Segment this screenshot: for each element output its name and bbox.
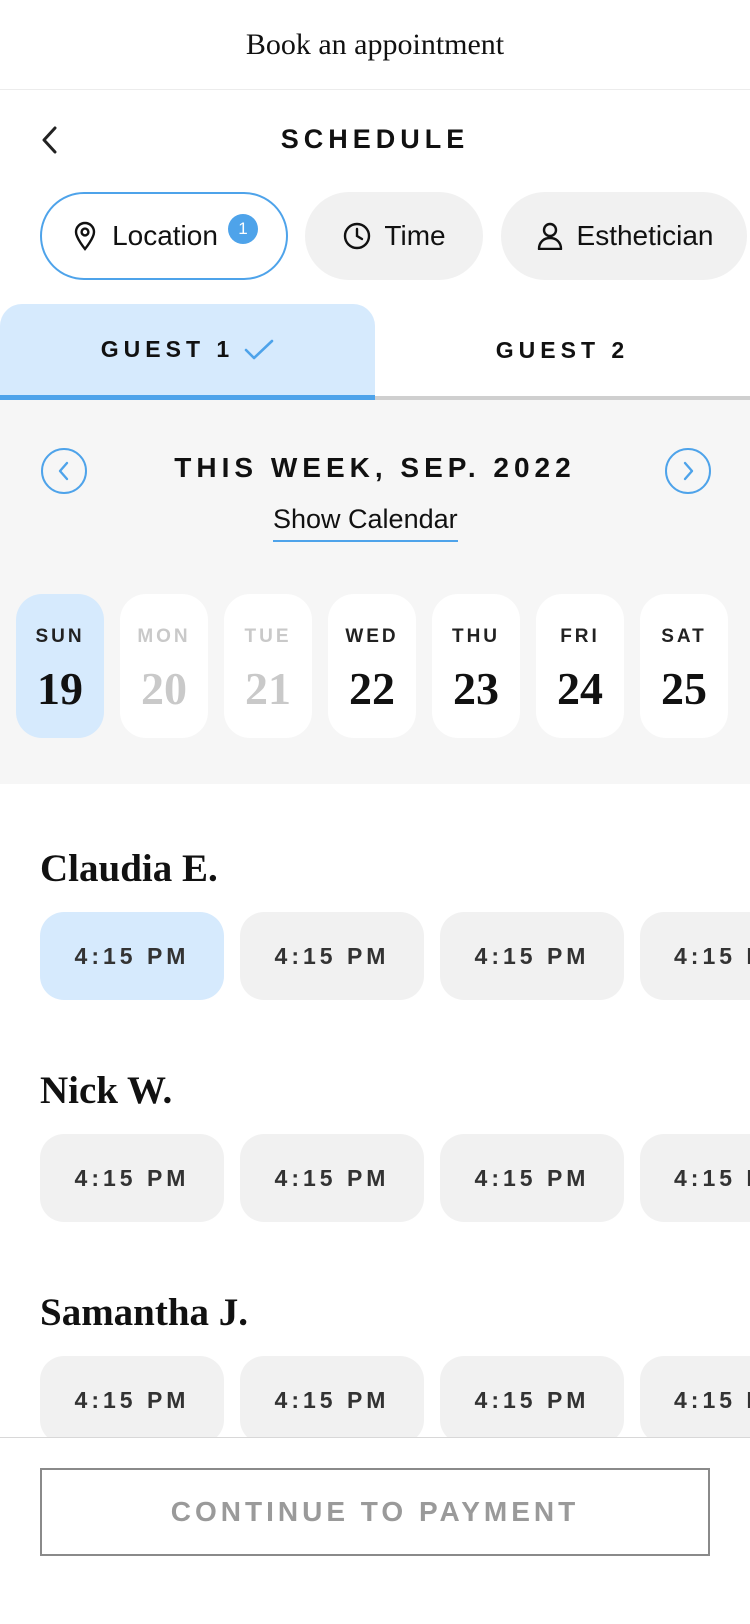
time-slot[interactable]: 4:15 PM — [240, 1356, 424, 1444]
day-picker: SUN 19 MON 20 TUE 21 WED 22 THU 23 FRI 2… — [16, 594, 750, 738]
show-calendar-link[interactable]: Show Calendar — [273, 504, 458, 542]
day-fri[interactable]: FRI 24 — [536, 594, 624, 738]
continue-to-payment-button[interactable]: CONTINUE TO PAYMENT — [40, 1468, 710, 1556]
section-title: SCHEDULE — [280, 124, 470, 154]
checkmark-icon — [244, 339, 274, 359]
time-slot-row: 4:15 PM 4:15 PM 4:15 PM 4:15 PM — [0, 1134, 750, 1222]
person-icon — [535, 221, 565, 251]
esthetician-filter-chip[interactable]: Esthetician — [501, 192, 747, 280]
filter-chips: Location 1 Time Esthetician — [0, 192, 750, 280]
tab-guest-1-label: GUEST 1 — [100, 336, 235, 362]
time-slot[interactable]: 4:15 PM — [40, 1356, 224, 1444]
time-slot-row: 4:15 PM 4:15 PM 4:15 PM 4:15 PM — [0, 1356, 750, 1444]
esthetician-filter-label: Esthetician — [576, 220, 714, 251]
time-slot[interactable]: 4:15 PM — [640, 912, 750, 1000]
day-mon: MON 20 — [120, 594, 208, 738]
esthetician-name: Claudia E. — [40, 847, 218, 890]
time-slot[interactable]: 4:15 PM — [640, 1356, 750, 1444]
day-of-week: THU — [451, 626, 501, 647]
esthetician-name: Nick W. — [40, 1069, 173, 1112]
day-of-week: MON — [137, 626, 191, 647]
time-slot-row: 4:15 PM 4:15 PM 4:15 PM 4:15 PM — [0, 912, 750, 1000]
day-thu[interactable]: THU 23 — [432, 594, 520, 738]
day-wed[interactable]: WED 22 — [328, 594, 416, 738]
time-slot[interactable]: 4:15 PM — [440, 912, 624, 1000]
time-slot[interactable]: 4:15 PM — [440, 1356, 624, 1444]
time-slot[interactable]: 4:15 PM — [640, 1134, 750, 1222]
week-label: THIS WEEK, SEP. 2022 — [174, 452, 576, 483]
day-number: 20 — [141, 663, 187, 714]
day-of-week: FRI — [560, 626, 600, 647]
esthetician-name: Samantha J. — [40, 1291, 249, 1334]
day-of-week: WED — [345, 626, 399, 647]
day-sun[interactable]: SUN 19 — [16, 594, 104, 738]
day-tue: TUE 21 — [224, 594, 312, 738]
top-bar: Book an appointment — [0, 0, 750, 90]
chevron-right-icon — [683, 461, 694, 481]
clock-icon — [342, 221, 372, 251]
page-title: Book an appointment — [245, 27, 505, 61]
time-slot[interactable]: 4:15 PM — [240, 1134, 424, 1222]
day-of-week: TUE — [244, 626, 292, 647]
tab-guest-2[interactable]: GUEST 2 — [375, 304, 750, 400]
next-week-button[interactable] — [665, 448, 711, 494]
guest-tabs: GUEST 1 GUEST 2 — [0, 304, 750, 400]
time-filter-label: Time — [384, 220, 446, 251]
day-of-week: SUN — [35, 626, 85, 647]
tab-guest-1[interactable]: GUEST 1 — [0, 304, 375, 400]
day-number: 25 — [661, 663, 707, 714]
day-number: 24 — [557, 663, 603, 714]
time-slot[interactable]: 4:15 PM — [40, 1134, 224, 1222]
location-count-badge: 1 — [227, 214, 258, 244]
day-sat[interactable]: SAT 25 — [640, 594, 728, 738]
time-slot[interactable]: 4:15 PM — [240, 912, 424, 1000]
day-number: 21 — [245, 663, 291, 714]
location-filter-chip[interactable]: Location 1 — [40, 192, 288, 280]
week-selector: THIS WEEK, SEP. 2022 Show Calendar SUN 1… — [0, 400, 750, 784]
day-of-week: SAT — [661, 626, 707, 647]
time-slot[interactable]: 4:15 PM — [440, 1134, 624, 1222]
location-filter-label: Location — [112, 220, 218, 251]
tab-guest-2-label: GUEST 2 — [495, 336, 630, 363]
day-number: 23 — [453, 663, 499, 714]
bottom-action-bar: CONTINUE TO PAYMENT — [0, 1437, 750, 1624]
time-slot[interactable]: 4:15 PM — [40, 912, 224, 1000]
map-pin-icon — [70, 221, 100, 251]
schedule-header: SCHEDULE — [0, 110, 750, 170]
day-number: 22 — [349, 663, 395, 714]
day-number: 19 — [37, 663, 83, 714]
time-filter-chip[interactable]: Time — [305, 192, 483, 280]
